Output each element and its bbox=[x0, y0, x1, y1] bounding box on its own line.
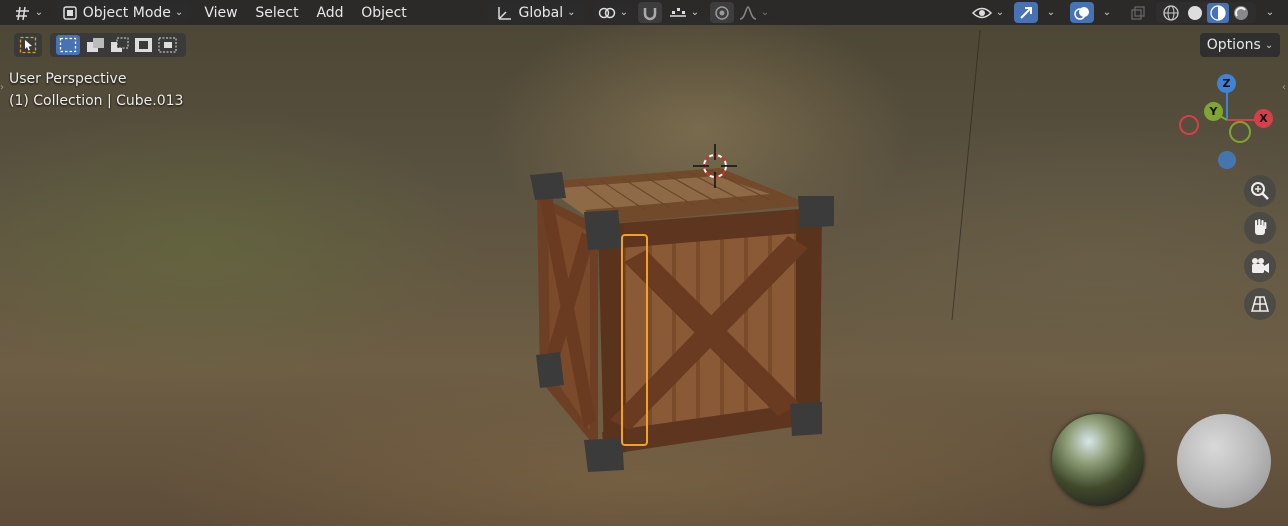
chevron-down-icon: ⌄ bbox=[1046, 7, 1056, 18]
select-extend-icon[interactable] bbox=[86, 37, 106, 53]
gizmo-options-dropdown[interactable]: ⌄ bbox=[1040, 2, 1062, 23]
crate-front-frame-right bbox=[796, 210, 822, 422]
options-label: Options bbox=[1206, 37, 1261, 53]
overlay-circles-icon bbox=[1074, 6, 1089, 20]
gizmo-z-axis[interactable]: Z bbox=[1217, 74, 1236, 93]
overlays-toggle[interactable] bbox=[1070, 2, 1094, 23]
material-preview-icon bbox=[1210, 4, 1226, 21]
chevron-down-icon: ⌄ bbox=[1265, 7, 1275, 18]
mode-dropdown[interactable]: Object Mode ⌄ bbox=[55, 2, 191, 23]
object-visibility-dropdown[interactable]: ⌄ bbox=[968, 2, 1008, 23]
select-tool-button[interactable] bbox=[14, 33, 42, 57]
editor-type-dropdown[interactable]: ⌄ bbox=[8, 2, 48, 23]
transform-orientation-dropdown[interactable]: Global ⌄ bbox=[487, 2, 585, 23]
orientation-label: Global bbox=[518, 4, 564, 21]
proportional-editing-icon bbox=[715, 5, 729, 20]
xray-toggle[interactable] bbox=[1126, 2, 1150, 23]
gizmo-arrow-icon bbox=[1020, 6, 1032, 19]
gizmo-x-axis[interactable]: X bbox=[1254, 109, 1273, 128]
object-mode-icon bbox=[62, 5, 77, 20]
select-new-button[interactable] bbox=[56, 35, 80, 55]
select-box-icon bbox=[19, 36, 37, 54]
diffuse-preview-sphere bbox=[1177, 414, 1271, 508]
chevron-down-icon: ⌄ bbox=[995, 7, 1005, 18]
material-preview-shading-button[interactable] bbox=[1207, 2, 1229, 23]
chevron-down-icon: ⌄ bbox=[619, 7, 629, 18]
chevron-down-icon: ⌄ bbox=[1102, 7, 1112, 18]
perspective-toggle-button[interactable] bbox=[1244, 288, 1276, 320]
orientation-axes-icon bbox=[498, 6, 512, 20]
camera-view-button[interactable] bbox=[1244, 250, 1276, 282]
gizmo-neg-z[interactable] bbox=[1218, 151, 1236, 169]
camera-icon bbox=[1252, 258, 1269, 273]
chevron-down-icon: ⌄ bbox=[567, 7, 576, 18]
chevron-down-icon: ⌄ bbox=[1264, 39, 1274, 51]
chevron-down-icon: ⌄ bbox=[34, 7, 44, 18]
hand-icon bbox=[1255, 219, 1267, 235]
gizmo-neg-y[interactable] bbox=[1229, 121, 1251, 143]
snap-target-dropdown[interactable]: ⌄ bbox=[664, 2, 704, 23]
select-new-icon bbox=[59, 37, 77, 53]
view-name-label: User Perspective bbox=[9, 71, 127, 87]
menu-select[interactable]: Select bbox=[250, 2, 304, 23]
solid-shading-icon[interactable] bbox=[1185, 4, 1205, 22]
pivot-link-icon bbox=[598, 7, 616, 18]
select-subtract-icon[interactable] bbox=[110, 37, 130, 53]
pan-button[interactable] bbox=[1244, 212, 1276, 244]
collection-object-label: (1) Collection | Cube.013 bbox=[9, 93, 184, 109]
hdri-preview-sphere bbox=[1052, 414, 1144, 506]
menu-add[interactable]: Add bbox=[310, 2, 350, 23]
wireframe-shading-icon[interactable] bbox=[1161, 4, 1181, 22]
snap-increment-icon bbox=[669, 7, 686, 17]
zoom-button[interactable] bbox=[1244, 175, 1276, 207]
overlays-options-dropdown[interactable]: ⌄ bbox=[1096, 2, 1118, 23]
gizmo-tripod-icon bbox=[15, 6, 29, 20]
shading-mode-group bbox=[1156, 2, 1256, 23]
magnet-icon bbox=[643, 7, 657, 20]
gizmo-neg-x[interactable] bbox=[1179, 115, 1199, 135]
viewport-header: ⌄ Object Mode ⌄ View Select Add Object Gl… bbox=[0, 0, 1288, 25]
select-intersect-icon[interactable] bbox=[158, 37, 178, 53]
gizmo-toggle[interactable] bbox=[1014, 2, 1038, 23]
options-dropdown[interactable]: Options ⌄ bbox=[1200, 33, 1280, 57]
snap-toggle[interactable] bbox=[638, 2, 662, 23]
eye-visibility-icon bbox=[971, 7, 992, 18]
select-invert-icon[interactable] bbox=[134, 37, 154, 53]
chevron-down-icon: ⌄ bbox=[690, 7, 700, 18]
pivot-point-dropdown[interactable]: ⌄ bbox=[594, 2, 632, 23]
selection-mode-group bbox=[50, 33, 186, 57]
chevron-down-icon: ⌄ bbox=[174, 7, 184, 18]
xray-icon bbox=[1131, 5, 1145, 20]
menu-object[interactable]: Object bbox=[356, 2, 412, 23]
3d-viewport[interactable]: User Perspective (1) Collection | Cube.0… bbox=[0, 0, 1288, 526]
falloff-curve-icon bbox=[739, 5, 757, 20]
proportional-falloff-dropdown[interactable]: ⌄ bbox=[736, 2, 772, 23]
toolbar-toggle-icon[interactable]: › bbox=[0, 82, 4, 93]
gizmo-y-axis[interactable]: Y bbox=[1204, 102, 1223, 121]
grid-perspective-icon bbox=[1251, 296, 1269, 312]
chevron-down-icon: ⌄ bbox=[760, 7, 770, 18]
zoom-icon bbox=[1251, 182, 1269, 200]
shading-options-dropdown[interactable]: ⌄ bbox=[1258, 2, 1282, 23]
menu-view[interactable]: View bbox=[198, 2, 244, 23]
proportional-editing-toggle[interactable] bbox=[710, 2, 734, 23]
rendered-shading-icon[interactable] bbox=[1231, 4, 1251, 22]
mode-label: Object Mode bbox=[82, 4, 171, 21]
